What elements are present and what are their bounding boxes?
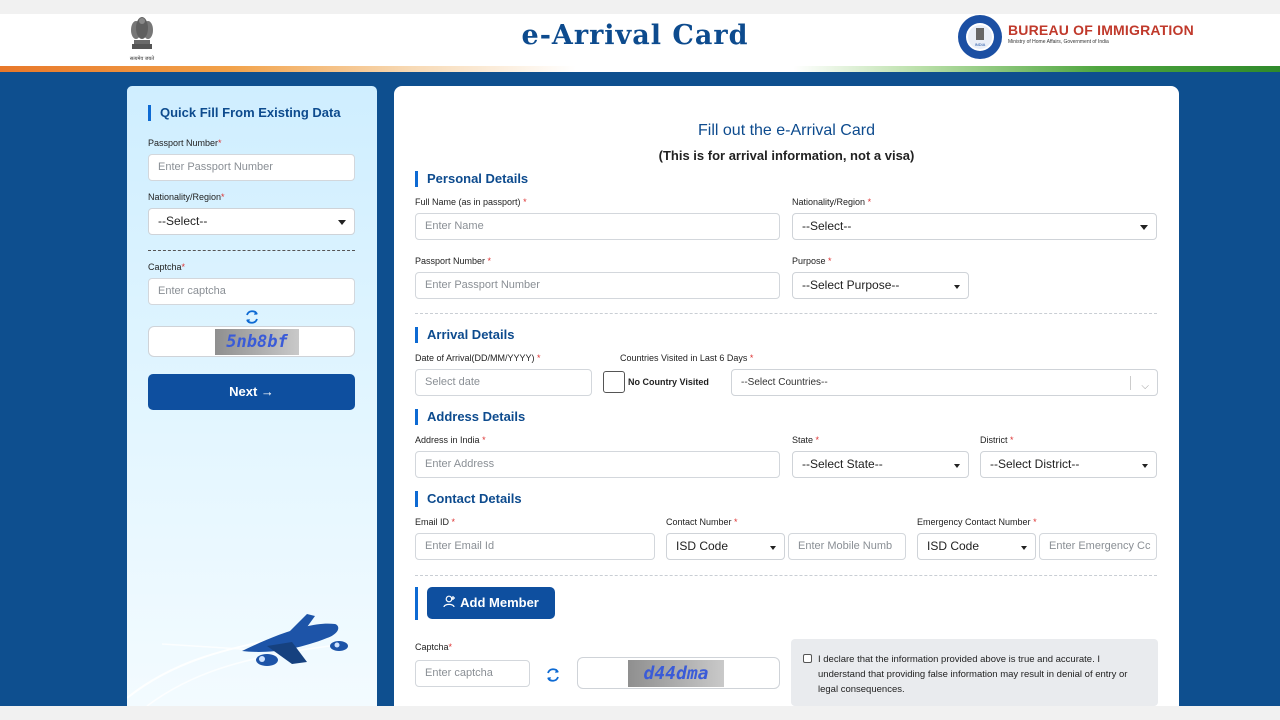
state-select[interactable]: --Select State-- xyxy=(792,451,969,478)
next-button[interactable]: Next → xyxy=(148,374,355,410)
sidebar-captcha-box: 5nb8bf xyxy=(148,326,355,357)
chevron-down-icon xyxy=(338,220,346,225)
quick-fill-sidebar: Quick Fill From Existing Data Passport N… xyxy=(126,86,377,707)
arrival-details-title: Arrival Details xyxy=(415,327,514,343)
refresh-captcha-icon[interactable] xyxy=(243,308,261,326)
sidebar-nationality-select[interactable]: --Select-- xyxy=(148,208,355,235)
captcha-input[interactable]: Enter captcha xyxy=(415,660,530,687)
bureau-seal-text: INDIA xyxy=(975,42,986,47)
footer-band xyxy=(0,706,1280,720)
personal-details-title: Personal Details xyxy=(415,171,528,187)
declaration-checkbox[interactable] xyxy=(803,654,812,663)
email-input[interactable]: Enter Email Id xyxy=(415,533,655,560)
chevron-down-icon xyxy=(1021,546,1027,550)
chevron-down-icon xyxy=(954,464,960,468)
airplane-illustration xyxy=(126,606,377,707)
chevron-down-icon: ⌵ xyxy=(1141,381,1149,392)
section-divider xyxy=(415,313,1157,314)
full-name-input[interactable]: Enter Name xyxy=(415,213,780,240)
sidebar-captcha-code: 5nb8bf xyxy=(226,332,288,352)
address-input[interactable]: Enter Address xyxy=(415,451,780,478)
form-heading: Fill out the e-Arrival Card xyxy=(698,122,875,139)
email-label: Email ID * xyxy=(415,517,456,527)
no-country-label: No Country Visited xyxy=(628,377,709,387)
sidebar-captcha-label: Captcha* xyxy=(148,262,186,272)
passport-label: Passport Number * xyxy=(415,256,492,266)
bureau-subtitle: Ministry of Home Affairs, Government of … xyxy=(1008,39,1109,45)
state-label: State * xyxy=(792,435,820,445)
passport-input[interactable]: Enter Passport Number xyxy=(415,272,780,299)
sidebar-passport-label: Passport Number* xyxy=(148,138,222,148)
chevron-down-icon xyxy=(1142,464,1148,468)
contact-number-label: Contact Number * xyxy=(666,517,738,527)
top-band xyxy=(0,0,1280,14)
declaration-box: I declare that the information provided … xyxy=(791,639,1158,706)
sidebar-captcha-input[interactable]: Enter captcha xyxy=(148,278,355,305)
district-select[interactable]: --Select District-- xyxy=(980,451,1157,478)
emergency-number-input[interactable]: Enter Emergency Cc xyxy=(1039,533,1157,560)
address-details-title: Address Details xyxy=(415,409,525,425)
mobile-number-input[interactable]: Enter Mobile Numb xyxy=(788,533,906,560)
captcha-label: Captcha* xyxy=(415,642,453,652)
emblem-caption: सत्यमेव जयते xyxy=(129,56,155,62)
captcha-box: d44dma xyxy=(577,657,780,689)
date-of-arrival-input[interactable]: Select date xyxy=(415,369,592,396)
sidebar-passport-input[interactable]: Enter Passport Number xyxy=(148,154,355,181)
emergency-isd-code-select[interactable]: ISD Code xyxy=(917,533,1036,560)
bureau-name: BUREAU OF IMMIGRATION xyxy=(1008,22,1194,38)
quick-fill-title: Quick Fill From Existing Data xyxy=(148,105,341,121)
declaration-text: I declare that the information provided … xyxy=(818,654,1128,695)
purpose-select[interactable]: --Select Purpose-- xyxy=(792,272,969,299)
date-of-arrival-label: Date of Arrival(DD/MM/YYYY) * xyxy=(415,353,541,363)
address-label: Address in India * xyxy=(415,435,486,445)
full-name-label: Full Name (as in passport) * xyxy=(415,197,527,207)
isd-code-select[interactable]: ISD Code xyxy=(666,533,785,560)
purpose-label: Purpose * xyxy=(792,256,832,266)
select-separator xyxy=(1130,376,1131,390)
nationality-label: Nationality/Region * xyxy=(792,197,872,207)
emergency-contact-label: Emergency Contact Number * xyxy=(917,517,1037,527)
captcha-image: d44dma xyxy=(628,660,724,687)
no-country-checkbox[interactable] xyxy=(603,371,625,393)
chevron-down-icon xyxy=(770,546,776,550)
form-subheading: (This is for arrival information, not a … xyxy=(658,148,915,163)
chevron-down-icon xyxy=(1140,225,1148,230)
district-label: District * xyxy=(980,435,1014,445)
add-member-button[interactable]: Add Member xyxy=(427,587,555,619)
sidebar-divider xyxy=(148,250,355,251)
sidebar-captcha-image: 5nb8bf xyxy=(215,329,299,355)
refresh-captcha-icon[interactable] xyxy=(544,666,562,684)
countries-select[interactable]: --Select Countries-- ⌵ xyxy=(731,369,1158,396)
sidebar-nationality-label: Nationality/Region* xyxy=(148,192,225,202)
contact-details-title: Contact Details xyxy=(415,491,522,507)
nationality-select[interactable]: --Select-- xyxy=(792,213,1157,240)
countries-visited-label: Countries Visited in Last 6 Days * xyxy=(620,353,754,363)
add-member-accent xyxy=(415,587,418,620)
chevron-down-icon xyxy=(954,285,960,289)
site-header: सत्यमेव जयते e-Arrival Card INDIA BUREAU… xyxy=(0,14,1280,69)
bureau-seal-logo: INDIA xyxy=(956,14,1006,60)
section-divider xyxy=(415,575,1157,576)
arrival-card-form: Fill out the e-Arrival Card (This is for… xyxy=(394,86,1179,706)
add-user-icon xyxy=(443,588,456,620)
captcha-code: d44dma xyxy=(643,663,709,684)
